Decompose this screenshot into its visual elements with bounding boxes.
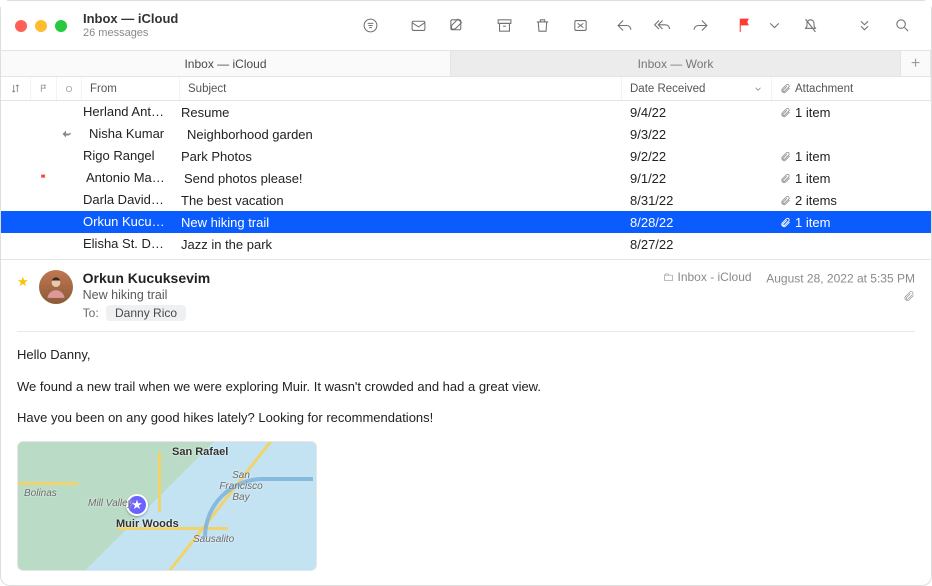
tab-inbox-work[interactable]: Inbox — Work xyxy=(451,51,901,76)
row-date: 8/31/22 xyxy=(622,189,772,211)
replied-icon xyxy=(61,128,73,140)
paperclip-icon xyxy=(780,217,791,228)
compose-button[interactable] xyxy=(437,11,475,41)
preview-pane: ★ Orkun Kucuksevim New hiking trail To: … xyxy=(1,260,931,571)
row-date: 8/28/22 xyxy=(622,211,772,233)
attachment-column[interactable]: Attachment xyxy=(772,77,931,100)
row-subject: New hiking trail xyxy=(173,211,622,233)
map-pin-label: Muir Woods xyxy=(116,518,179,530)
zoom-window-button[interactable] xyxy=(55,20,67,32)
paperclip-icon xyxy=(780,195,791,206)
body-paragraph: We found a new trail when we were explor… xyxy=(17,378,915,396)
row-subject: Send photos please! xyxy=(176,167,622,189)
row-date: 9/1/22 xyxy=(622,167,772,189)
sort-column[interactable] xyxy=(1,77,31,100)
overflow-button[interactable] xyxy=(845,11,883,41)
flag-button[interactable] xyxy=(725,11,763,41)
row-attachment: 2 items xyxy=(772,189,931,211)
row-from: Rigo Rangel xyxy=(75,145,173,167)
message-list: Herland Ante...Resume9/4/221 itemNisha K… xyxy=(1,101,931,255)
row-subject: Neighborhood garden xyxy=(179,123,622,145)
archive-button[interactable] xyxy=(485,11,523,41)
row-from: Darla Davidson xyxy=(75,189,173,211)
row-subject: Park Photos xyxy=(173,145,622,167)
window-title-block: Inbox — iCloud 26 messages xyxy=(83,12,178,40)
row-attachment: 1 item xyxy=(772,145,931,167)
row-date: 9/3/22 xyxy=(622,123,772,145)
forward-button[interactable] xyxy=(681,11,719,41)
message-row[interactable]: Orkun Kucuks...New hiking trail8/28/221 … xyxy=(1,211,931,233)
row-subject: Resume xyxy=(173,101,622,123)
row-from: Orkun Kucuks... xyxy=(75,211,173,233)
row-attachment: 1 item xyxy=(772,167,931,189)
mute-button[interactable] xyxy=(791,11,829,41)
close-window-button[interactable] xyxy=(15,20,27,32)
junk-button[interactable] xyxy=(561,11,599,41)
column-headers: From Subject Date Received Attachment xyxy=(1,77,931,101)
flag-icon xyxy=(39,172,48,184)
preview-datetime: August 28, 2022 at 5:35 PM xyxy=(766,272,915,286)
message-row[interactable]: Rigo RangelPark Photos9/2/221 item xyxy=(1,145,931,167)
subject-column[interactable]: Subject xyxy=(180,77,622,100)
sender-avatar[interactable] xyxy=(39,270,73,304)
mailbox-tabs: Inbox — iCloud Inbox — Work + xyxy=(1,51,931,77)
preview-meta: Inbox - iCloud August 28, 2022 at 5:35 P… xyxy=(663,270,916,305)
message-row[interactable]: Antonio Manri...Send photos please!9/1/2… xyxy=(1,167,931,189)
message-count: 26 messages xyxy=(83,27,178,40)
toolbar xyxy=(351,11,921,41)
row-subject: Jazz in the park xyxy=(173,233,622,255)
filter-button[interactable] xyxy=(351,11,389,41)
row-subject: The best vacation xyxy=(173,189,622,211)
row-from: Antonio Manri... xyxy=(78,167,176,189)
row-attachment: 1 item xyxy=(772,101,931,123)
search-button[interactable] xyxy=(883,11,921,41)
window-controls xyxy=(15,20,67,32)
attachment-icon[interactable] xyxy=(663,290,916,305)
titlebar: Inbox — iCloud 26 messages xyxy=(1,1,931,51)
row-date: 9/4/22 xyxy=(622,101,772,123)
row-attachment xyxy=(772,123,931,145)
preview-folder[interactable]: Inbox - iCloud xyxy=(663,270,752,284)
preview-body: Hello Danny, We found a new trail when w… xyxy=(17,346,915,571)
row-from: Herland Ante... xyxy=(75,101,173,123)
vip-star-icon[interactable]: ★ xyxy=(17,274,29,290)
reply-all-button[interactable] xyxy=(643,11,681,41)
row-date: 9/2/22 xyxy=(622,145,772,167)
body-paragraph: Hello Danny, xyxy=(17,346,915,364)
paperclip-icon xyxy=(780,173,791,184)
row-from: Elisha St. Denis xyxy=(75,233,173,255)
row-attachment: 1 item xyxy=(772,211,931,233)
trash-button[interactable] xyxy=(523,11,561,41)
status-column[interactable] xyxy=(57,77,82,100)
date-column[interactable]: Date Received xyxy=(622,77,772,100)
message-row[interactable]: Herland Ante...Resume9/4/221 item xyxy=(1,101,931,123)
paperclip-icon xyxy=(780,151,791,162)
body-paragraph: Have you been on any good hikes lately? … xyxy=(17,409,915,427)
flag-menu-chevron[interactable] xyxy=(763,11,785,41)
flag-column[interactable] xyxy=(31,77,57,100)
new-mail-button[interactable] xyxy=(399,11,437,41)
preview-to-line: To: Danny Rico xyxy=(83,305,915,321)
minimize-window-button[interactable] xyxy=(35,20,47,32)
row-date: 8/27/22 xyxy=(622,233,772,255)
window-title: Inbox — iCloud xyxy=(83,12,178,27)
add-tab-button[interactable]: + xyxy=(901,51,931,76)
reply-button[interactable] xyxy=(605,11,643,41)
row-from: Nisha Kumar xyxy=(81,123,179,145)
row-attachment xyxy=(772,233,931,255)
paperclip-icon xyxy=(780,107,791,118)
recipient-chip[interactable]: Danny Rico xyxy=(106,305,186,321)
from-column[interactable]: From xyxy=(82,77,180,100)
tab-inbox-icloud[interactable]: Inbox — iCloud xyxy=(1,51,451,76)
message-row[interactable]: Darla DavidsonThe best vacation8/31/222 … xyxy=(1,189,931,211)
map-attachment[interactable]: ★ Muir Woods San Rafael Mill Valley Boli… xyxy=(17,441,317,571)
message-row[interactable]: Elisha St. DenisJazz in the park8/27/22 xyxy=(1,233,931,255)
message-row[interactable]: Nisha KumarNeighborhood garden9/3/22 xyxy=(1,123,931,145)
